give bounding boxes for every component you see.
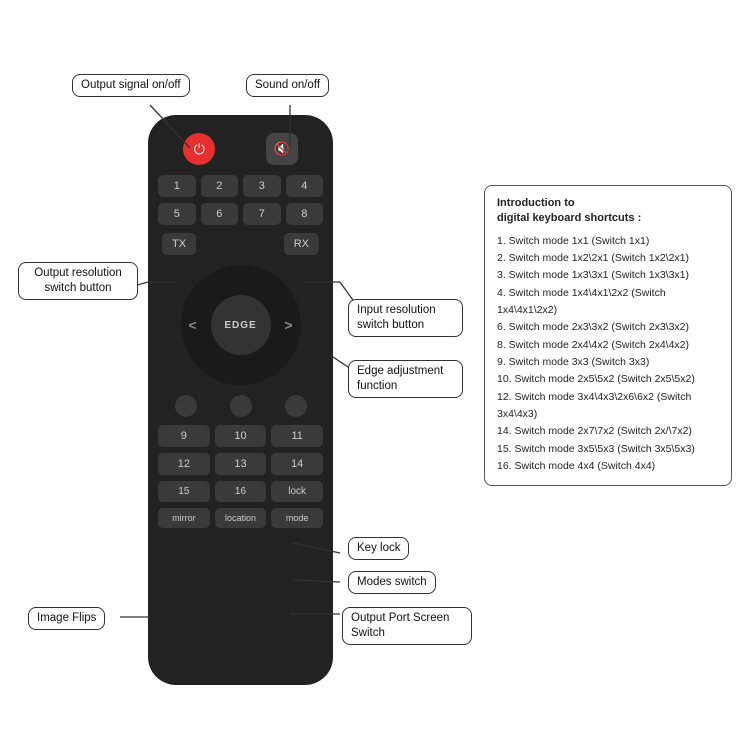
label-input-resolution: Input resolution switch button	[348, 299, 463, 337]
number-grid-2: 5 6 7 8	[158, 203, 323, 225]
num-btn-9[interactable]: 9	[158, 425, 210, 447]
info-item-4: 4. Switch mode 1x4\4x1\2x2 (Switch 1x4\4…	[497, 285, 719, 320]
info-item-15: 15. Switch mode 3x5\5x3 (Switch 3x5\5x3)	[497, 441, 719, 458]
info-item-2: 2. Switch mode 1x2\2x1 (Switch 1x2\2x1)	[497, 250, 719, 267]
tx-rx-row: TX RX	[158, 233, 323, 255]
rx-button[interactable]: RX	[284, 233, 319, 255]
mode-button[interactable]: mode	[271, 508, 323, 528]
info-item-10: 10. Switch mode 2x5\5x2 (Switch 2x5\5x2)	[497, 371, 719, 388]
dots-row	[158, 395, 323, 417]
mute-button[interactable]: 🔇	[266, 133, 298, 165]
num-btn-6[interactable]: 6	[201, 203, 239, 225]
label-output-resolution: Output resolution switch button	[18, 262, 138, 300]
power-button[interactable]: ⏻	[183, 133, 215, 165]
info-box: Introduction todigital keyboard shortcut…	[484, 185, 732, 486]
number-grid-4: 12 13 14	[158, 453, 323, 475]
label-output-signal: Output signal on/off	[72, 74, 190, 97]
location-button[interactable]: location	[215, 508, 267, 528]
num-btn-15[interactable]: 15	[158, 481, 210, 502]
power-icon: ⏻	[194, 141, 205, 158]
dot-btn-right[interactable]	[285, 395, 307, 417]
nav-left-arrow[interactable]: <	[189, 317, 197, 333]
page-container: ⏻ 🔇 1 2 3 4 5 6 7 8 TX RX <	[0, 0, 750, 750]
lock-row: 15 16 lock	[158, 481, 323, 502]
info-item-6: 6. Switch mode 2x3\3x2 (Switch 2x3\3x2)	[497, 319, 719, 336]
lock-button[interactable]: lock	[271, 481, 323, 502]
number-grid-3: 9 10 11	[158, 425, 323, 447]
num-btn-12[interactable]: 12	[158, 453, 210, 475]
num-btn-4[interactable]: 4	[286, 175, 324, 197]
num-btn-16[interactable]: 16	[215, 481, 267, 502]
num-btn-11[interactable]: 11	[271, 425, 323, 447]
info-item-1: 1. Switch mode 1x1 (Switch 1x1)	[497, 233, 719, 250]
mute-icon: 🔇	[274, 141, 290, 157]
nav-right-arrow[interactable]: >	[284, 317, 292, 333]
num-btn-2[interactable]: 2	[201, 175, 239, 197]
num-btn-5[interactable]: 5	[158, 203, 196, 225]
nav-center-edge[interactable]: EDGE	[211, 295, 271, 355]
num-btn-7[interactable]: 7	[243, 203, 281, 225]
num-btn-3[interactable]: 3	[243, 175, 281, 197]
dot-btn-center[interactable]	[230, 395, 252, 417]
info-item-8: 8. Switch mode 2x4\4x2 (Switch 2x4\4x2)	[497, 337, 719, 354]
label-output-port-screen: Output Port Screen Switch	[342, 607, 472, 645]
dot-btn-left[interactable]	[175, 395, 197, 417]
info-item-16: 16. Switch mode 4x4 (Switch 4x4)	[497, 458, 719, 475]
label-image-flips: Image Flips	[28, 607, 105, 630]
label-modes-switch: Modes switch	[348, 571, 436, 594]
info-item-9: 9. Switch mode 3x3 (Switch 3x3)	[497, 354, 719, 371]
num-btn-1[interactable]: 1	[158, 175, 196, 197]
mode-row: mirror location mode	[158, 508, 323, 528]
nav-circle-container: < EDGE >	[181, 265, 301, 385]
label-key-lock: Key lock	[348, 537, 409, 560]
number-grid-1: 1 2 3 4	[158, 175, 323, 197]
info-item-14: 14. Switch mode 2x7\7x2 (Switch 2x/\7x2)	[497, 423, 719, 440]
label-edge-adjustment: Edge adjustment function	[348, 360, 463, 398]
info-box-title: Introduction todigital keyboard shortcut…	[497, 196, 719, 227]
remote-control: ⏻ 🔇 1 2 3 4 5 6 7 8 TX RX <	[148, 115, 333, 685]
num-btn-14[interactable]: 14	[271, 453, 323, 475]
info-item-12: 12. Switch mode 3x4\4x3\2x6\6x2 (Switch …	[497, 389, 719, 424]
num-btn-13[interactable]: 13	[215, 453, 267, 475]
tx-button[interactable]: TX	[162, 233, 196, 255]
num-btn-10[interactable]: 10	[215, 425, 267, 447]
label-sound-on-off: Sound on/off	[246, 74, 329, 97]
info-item-3: 3. Switch mode 1x3\3x1 (Switch 1x3\3x1)	[497, 267, 719, 284]
mirror-button[interactable]: mirror	[158, 508, 210, 528]
num-btn-8[interactable]: 8	[286, 203, 324, 225]
nav-circle[interactable]: < EDGE >	[181, 265, 301, 385]
top-row: ⏻ 🔇	[158, 133, 323, 165]
